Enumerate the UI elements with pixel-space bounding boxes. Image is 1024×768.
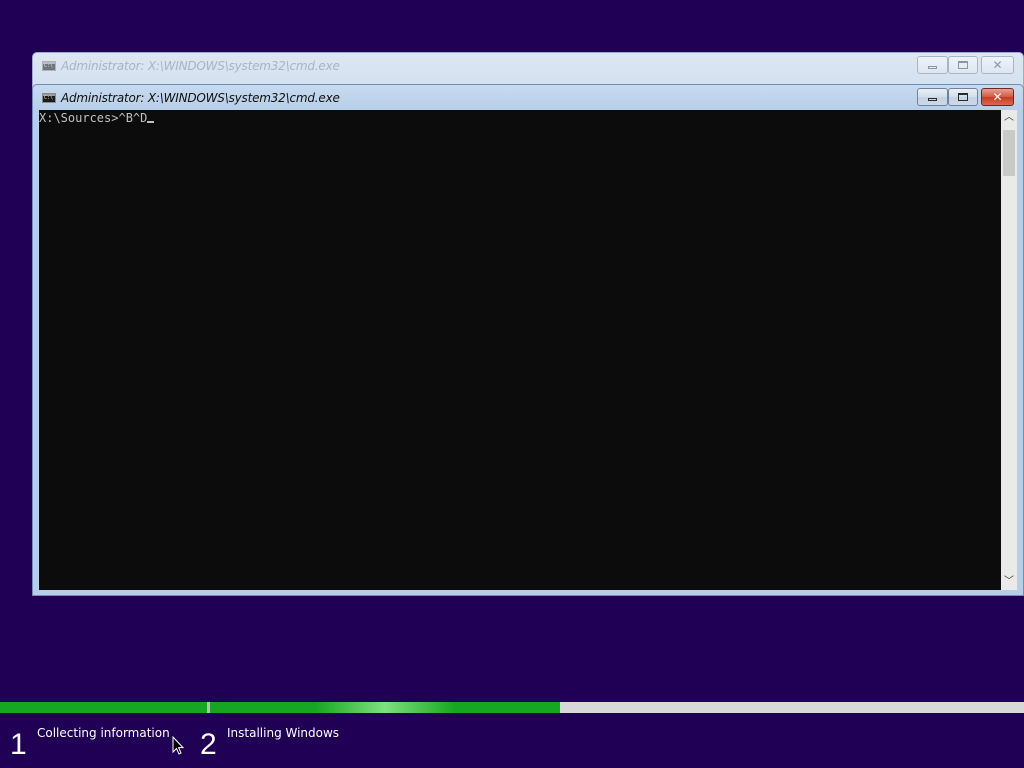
- maximize-icon: [958, 93, 968, 101]
- maximize-button[interactable]: [948, 88, 978, 106]
- cmd-icon: [42, 93, 56, 103]
- mouse-pointer-icon: [172, 736, 184, 755]
- step-number: 2: [200, 728, 217, 761]
- minimize-icon: [928, 66, 937, 69]
- step-number: 1: [10, 728, 27, 761]
- close-icon: ✕: [992, 58, 1003, 72]
- maximize-icon: [958, 61, 968, 69]
- chevron-down-icon: ﹀: [1004, 576, 1014, 587]
- text-cursor: [147, 121, 155, 123]
- console-output[interactable]: X:\Sources>^B^D: [39, 110, 1001, 590]
- maximize-button[interactable]: [948, 56, 978, 74]
- window-title: Administrator: X:\WINDOWS\system32\cmd.e…: [61, 91, 340, 105]
- step-2-progress-fill: [210, 702, 560, 713]
- vertical-scrollbar[interactable]: ︿ ﹀: [1001, 110, 1017, 590]
- window-title: Administrator: X:\WINDOWS\system32\cmd.e…: [61, 59, 340, 73]
- chevron-up-icon: ︿: [1004, 112, 1014, 123]
- cmd-window-active[interactable]: Administrator: X:\WINDOWS\system32\cmd.e…: [32, 84, 1024, 596]
- setup-progress-bar: [0, 702, 1024, 713]
- close-icon: ✕: [992, 90, 1003, 104]
- close-button[interactable]: ✕: [981, 88, 1014, 106]
- scroll-up-button[interactable]: ︿: [1001, 110, 1017, 126]
- console-prompt-text: X:\Sources>^B^D: [39, 111, 148, 125]
- minimize-icon: [928, 98, 937, 101]
- step-1-progress-fill: [0, 702, 207, 713]
- setup-desktop: Administrator: X:\WINDOWS\system32\cmd.e…: [0, 0, 1024, 768]
- close-button[interactable]: ✕: [981, 56, 1014, 74]
- title-bar[interactable]: Administrator: X:\WINDOWS\system32\cmd.e…: [33, 53, 1023, 79]
- scroll-down-button[interactable]: ﹀: [1001, 574, 1017, 590]
- scroll-thumb[interactable]: [1003, 130, 1015, 176]
- step-label: Collecting information: [37, 726, 170, 740]
- title-bar[interactable]: Administrator: X:\WINDOWS\system32\cmd.e…: [33, 85, 1023, 111]
- minimize-button[interactable]: [917, 56, 948, 74]
- step-label: Installing Windows: [227, 726, 340, 740]
- minimize-button[interactable]: [917, 88, 948, 106]
- console-prompt-line: X:\Sources>^B^D: [39, 111, 155, 125]
- cmd-icon: [42, 61, 56, 71]
